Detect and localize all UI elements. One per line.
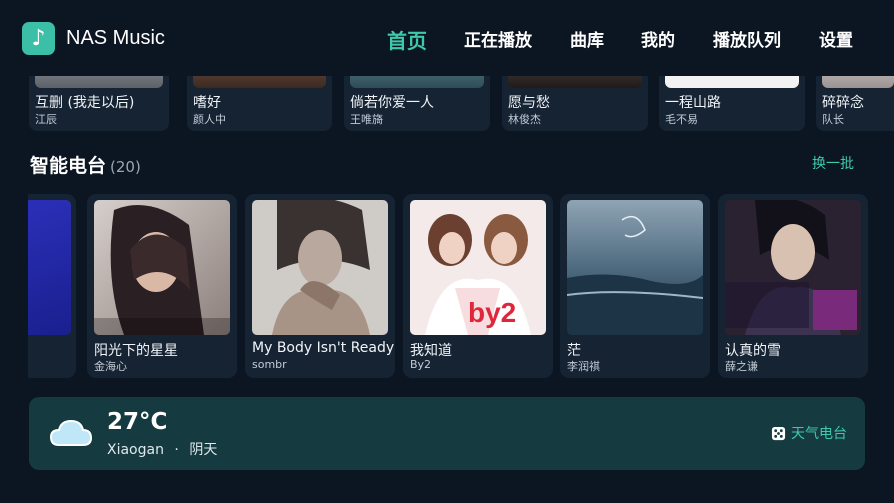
weather-condition: 阴天 — [189, 442, 218, 458]
radio-card[interactable]: My Body Isn't Ready sombr — [245, 194, 395, 378]
album-title: 倘若你爱一人 — [350, 95, 434, 111]
radio-title: My Body Isn't Ready — [252, 340, 395, 356]
radio-cover — [252, 200, 388, 335]
weather-card[interactable]: 27°C Xiaogan · 阴天 天气电台 — [29, 397, 865, 470]
radio-title: 认真的雪 — [725, 343, 781, 359]
cloud-icon — [49, 417, 93, 451]
nav-mine[interactable]: 我的 — [641, 26, 675, 51]
radio-cover — [725, 200, 861, 335]
section-title-text: 智能电台 — [30, 155, 107, 177]
section-count: (20) — [110, 158, 141, 176]
radio-card[interactable]: 认真的雪 薛之谦 — [718, 194, 868, 378]
music-note-icon: ♪ — [31, 26, 46, 51]
nav-settings[interactable]: 设置 — [819, 26, 853, 51]
temperature: 27°C — [107, 409, 168, 435]
section-title: 智能电台 (20) — [30, 151, 141, 178]
radio-card[interactable]: 阳光下的星星 金海心 — [87, 194, 237, 378]
radio-title: 阳光下的星星 — [94, 343, 178, 359]
album-artist: 队长 — [822, 113, 844, 126]
nav-now-playing[interactable]: 正在播放 — [464, 26, 532, 51]
refresh-button[interactable]: 换一批 — [812, 153, 854, 173]
svg-text:by2: by2 — [468, 297, 516, 328]
album-title: 互删 (我走以后) — [35, 95, 135, 111]
radio-card[interactable] — [28, 194, 76, 378]
album-artist: 颜人中 — [193, 113, 226, 126]
nav-library[interactable]: 曲库 — [570, 26, 604, 51]
radio-title: 我知道 — [410, 343, 452, 359]
album-artist: 王唯旖 — [350, 113, 383, 126]
app-title: NAS Music — [66, 27, 165, 49]
radio-artist: sombr — [252, 358, 287, 371]
album-title: 嗜好 — [193, 95, 221, 111]
radio-card[interactable]: by2 我知道 By2 — [403, 194, 553, 378]
album-title: 一程山路 — [665, 95, 721, 111]
album-artist: 江辰 — [35, 113, 57, 126]
radio-artist: By2 — [410, 358, 432, 371]
radio-cover: by2 — [410, 200, 546, 335]
album-title: 碎碎念 — [822, 95, 864, 111]
album-title: 愿与愁 — [508, 95, 550, 111]
nav-play-queue[interactable]: 播放队列 — [713, 26, 781, 51]
radio-cover — [28, 200, 71, 335]
dice-icon — [771, 426, 786, 440]
radio-artist: 李润祺 — [567, 360, 600, 373]
app-logo: ♪ — [22, 22, 55, 55]
nav-home[interactable]: 首页 — [387, 25, 427, 53]
radio-cover — [94, 200, 230, 335]
location-line: Xiaogan · 阴天 — [107, 439, 217, 459]
radio-cover — [567, 200, 703, 335]
radio-card[interactable]: 茫 李润祺 — [560, 194, 710, 378]
city: Xiaogan — [107, 442, 164, 458]
top-bar: ♪ NAS Music 首页 正在播放 曲库 我的 播放队列 设置 — [0, 0, 894, 76]
separator: · — [174, 442, 179, 458]
album-artist: 毛不易 — [665, 113, 698, 126]
weather-radio-button[interactable]: 天气电台 — [771, 423, 847, 443]
weather-radio-label: 天气电台 — [791, 426, 847, 442]
radio-artist: 薛之谦 — [725, 360, 758, 373]
radio-title: 茫 — [567, 343, 581, 359]
radio-artist: 金海心 — [94, 360, 127, 373]
album-artist: 林俊杰 — [508, 113, 541, 126]
